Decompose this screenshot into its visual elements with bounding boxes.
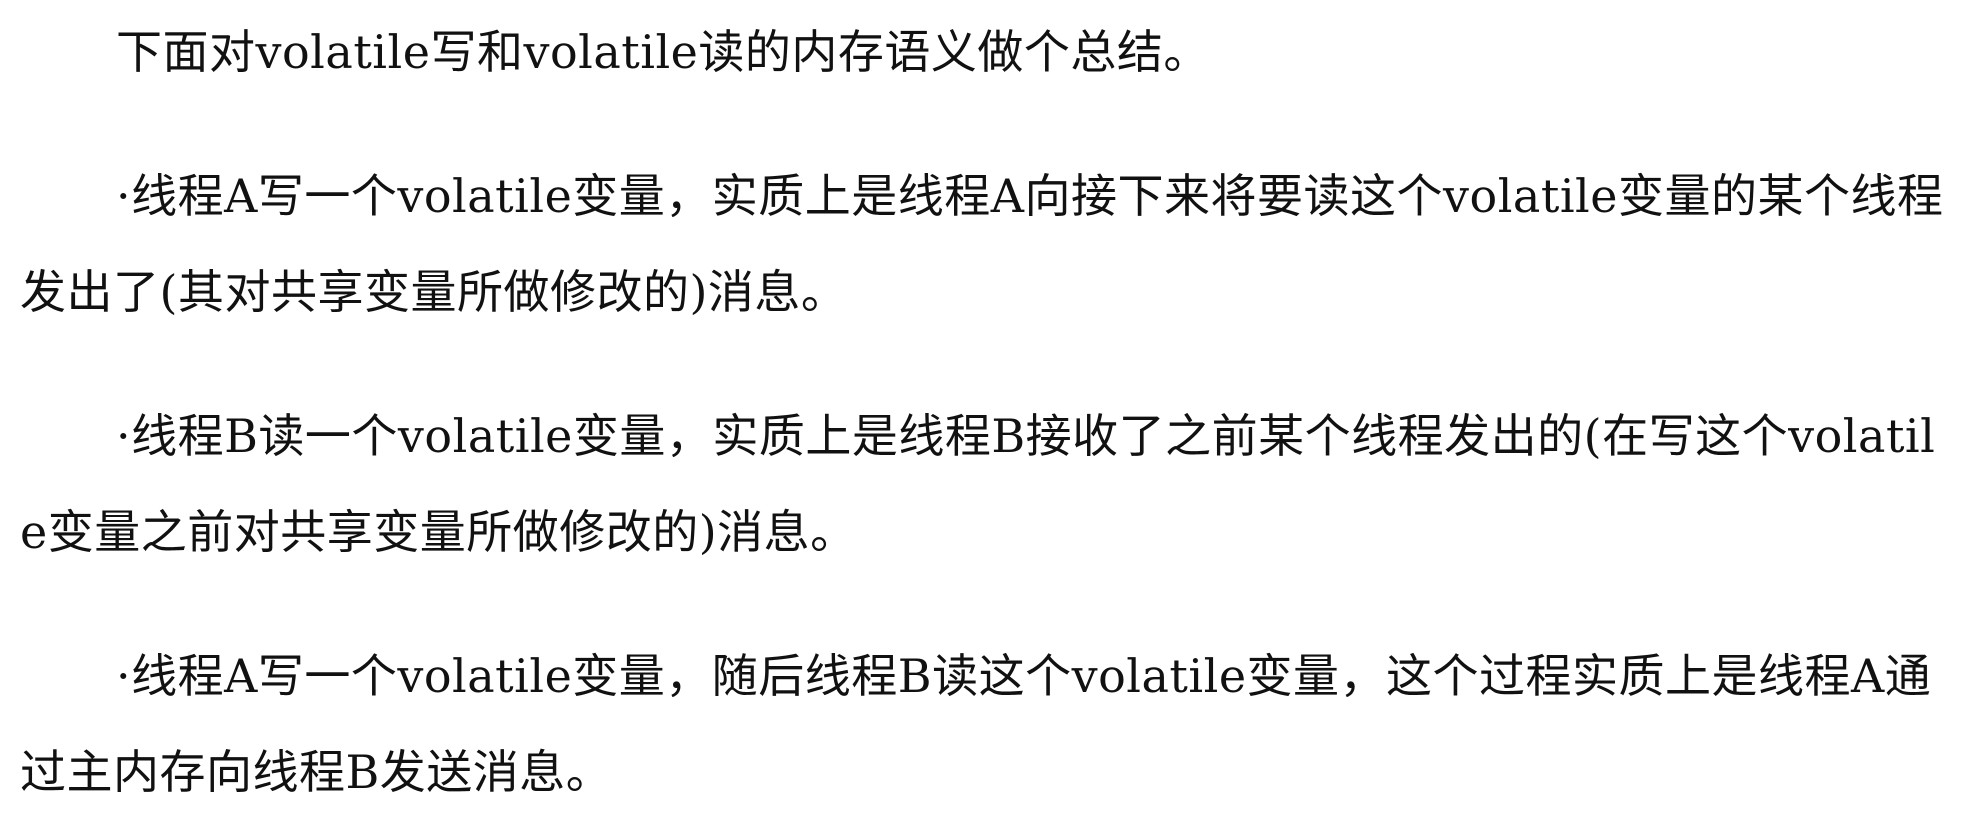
document-page: 下面对volatile写和volatile读的内存语义做个总结。 ·线程A写一个… <box>0 0 1970 828</box>
volatile-read-semantics-paragraph: ·线程B读一个volatile变量，实质上是线程B接收了之前某个线程发出的(在写… <box>20 409 1936 559</box>
summary-intro-paragraph: 下面对volatile写和volatile读的内存语义做个总结。 <box>116 25 1210 79</box>
write-read-communication-paragraph: ·线程A写一个volatile变量，随后线程B读这个volatile变量，这个过… <box>20 649 1932 799</box>
volatile-write-semantics-paragraph: ·线程A写一个volatile变量，实质上是线程A向接下来将要读这个volati… <box>20 169 1944 319</box>
